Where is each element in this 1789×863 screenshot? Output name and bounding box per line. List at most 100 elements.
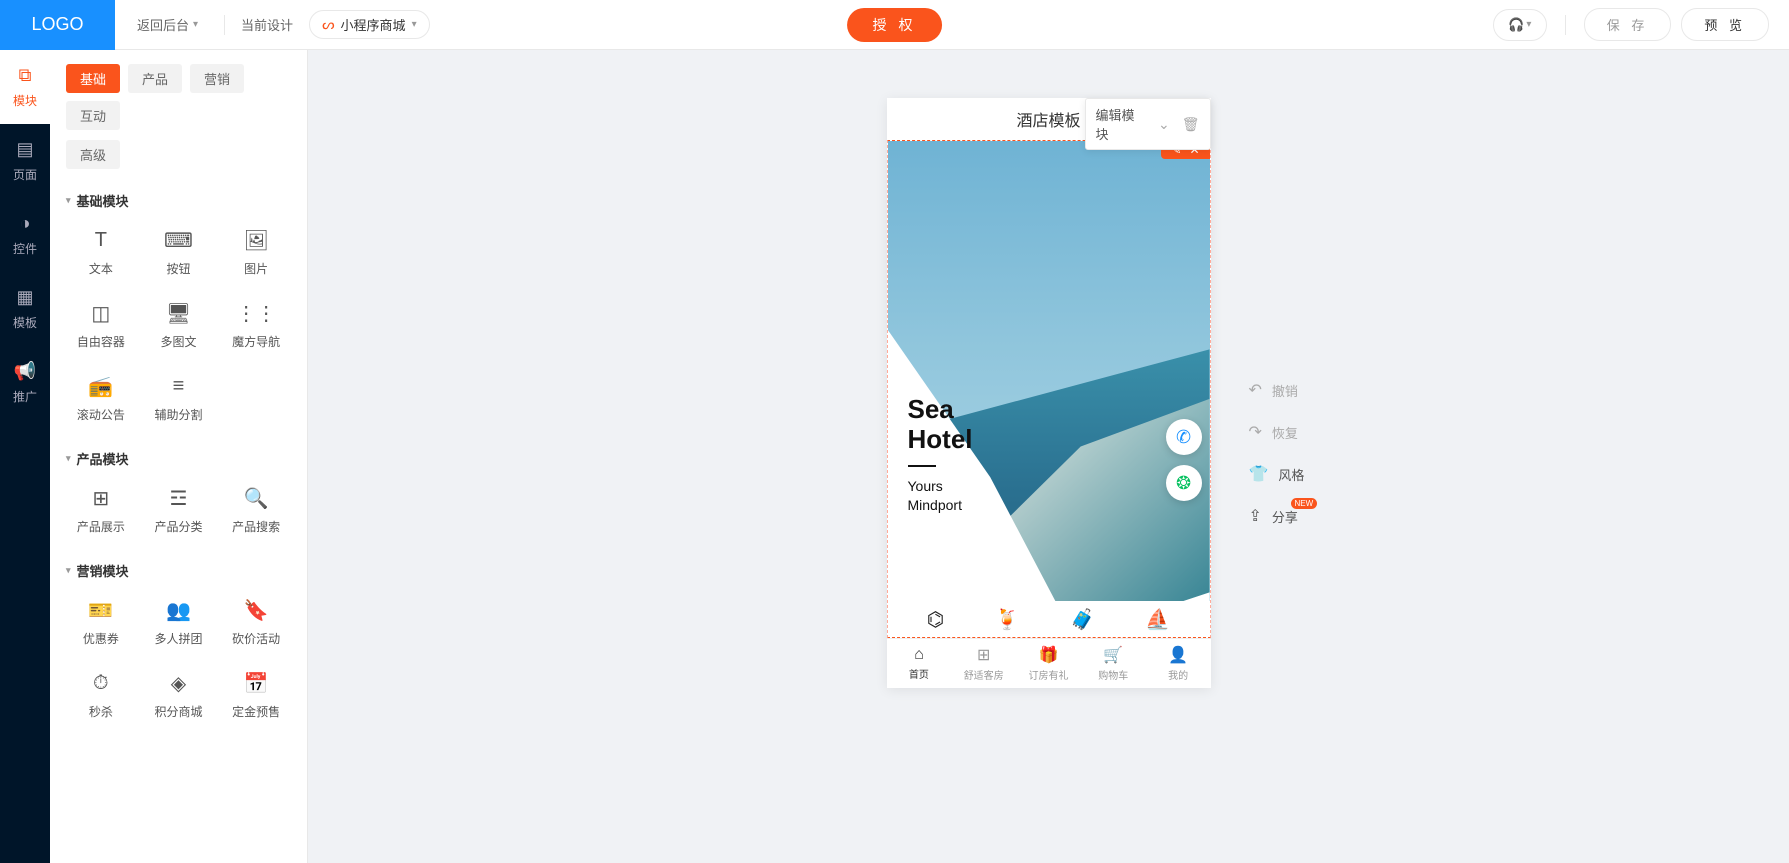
current-design-label: 当前设计 xyxy=(241,15,293,34)
comp-flashsale[interactable]: ⏱秒杀 xyxy=(66,667,136,724)
calendar-icon: 📅 xyxy=(244,671,268,695)
text-icon: T xyxy=(89,228,113,252)
comp-label: 按钮 xyxy=(166,260,190,277)
comp-coupon[interactable]: 🎫优惠券 xyxy=(66,594,136,651)
comp-divider[interactable]: ≡辅助分割 xyxy=(144,370,214,427)
section-label: 基础模块 xyxy=(77,191,129,210)
shirt-icon: 👕 xyxy=(1249,464,1269,484)
phone-body[interactable]: ✎ ✕ SeaHotel YoursMindport ✆ ❂ xyxy=(887,140,1211,638)
redo-button[interactable]: ↷恢复 xyxy=(1249,422,1305,442)
comp-image[interactable]: 🖼图片 xyxy=(221,224,291,281)
triangle-down-icon: ▾ xyxy=(66,453,71,464)
comp-points[interactable]: ◈积分商城 xyxy=(144,667,214,724)
tab-gift[interactable]: 🎁订房有礼 xyxy=(1016,639,1081,688)
radio-icon: 📻 xyxy=(89,374,113,398)
leftnav-modules[interactable]: ⧉ 模块 xyxy=(0,50,50,124)
rtool-label: 风格 xyxy=(1278,465,1304,484)
leftnav-label: 模块 xyxy=(13,92,37,109)
chevron-down-icon: ▾ xyxy=(193,19,198,30)
save-button[interactable]: 保 存 xyxy=(1584,8,1672,41)
category-icon: ☲ xyxy=(166,486,190,510)
rtool-label: 分享 xyxy=(1272,507,1298,526)
section-marketing-title[interactable]: ▾ 营销模块 xyxy=(66,561,291,580)
call-button[interactable]: ✆ xyxy=(1166,419,1202,455)
back-link[interactable]: 返回后台 ▾ xyxy=(127,9,208,40)
gift-icon: 🎁 xyxy=(1039,645,1059,665)
canvas[interactable]: 酒店模板 编辑模块 ⌄ 🗑 ✎ ✕ SeaHotel Yo xyxy=(308,50,1789,863)
leftnav-label: 推广 xyxy=(13,388,37,405)
leftnav-templates[interactable]: ▦ 模板 xyxy=(0,272,50,346)
divider xyxy=(224,15,225,35)
topbar-left: 返回后台 ▾ 当前设计 ᔕ 小程序商城 ▾ xyxy=(115,9,430,40)
collapse-icon[interactable]: ⌄ xyxy=(1158,116,1170,133)
comp-text[interactable]: T文本 xyxy=(66,224,136,281)
tab-home[interactable]: ⌂ 首页 xyxy=(887,639,952,688)
support-button[interactable]: 🎧 ▾ xyxy=(1493,9,1547,41)
comp-label: 图片 xyxy=(244,260,268,277)
comp-groupbuy[interactable]: 👥多人拼团 xyxy=(144,594,214,651)
diamond-icon: ◈ xyxy=(166,671,190,695)
search-icon: 🔍 xyxy=(244,486,268,510)
sail-icon: ⛵ xyxy=(1145,607,1170,632)
leftnav-label: 页面 xyxy=(13,166,37,183)
tab-label: 首页 xyxy=(909,666,929,681)
new-badge: NEW xyxy=(1291,498,1318,509)
share-button[interactable]: ⇪ 分享 NEW xyxy=(1249,506,1305,526)
authorize-button[interactable]: 授 权 xyxy=(847,8,943,42)
comp-product-display[interactable]: ⊞产品展示 xyxy=(66,482,136,539)
tab-basic[interactable]: 基础 xyxy=(66,64,120,93)
tab-advanced[interactable]: 高级 xyxy=(66,140,120,169)
comp-label: 魔方导航 xyxy=(232,333,280,350)
comp-container[interactable]: ◫自由容器 xyxy=(66,297,136,354)
right-tools: ↶ 撤销 ↷恢复 👕 风格 ⇪ 分享 NEW xyxy=(1249,380,1305,526)
tab-me[interactable]: 👤我的 xyxy=(1146,639,1211,688)
phone-header: 酒店模板 编辑模块 ⌄ 🗑 xyxy=(887,98,1211,140)
tab-rooms[interactable]: ⊞舒适客房 xyxy=(951,639,1016,688)
button-icon: ⌨ xyxy=(166,228,190,252)
basic-grid: T文本 ⌨ 按钮 🖼图片 ◫自由容器 🖥多图文 ⋮⋮魔方导航 📻滚动公告 ≡辅助分… xyxy=(66,224,291,427)
page-title: 酒店模板 xyxy=(1016,107,1080,131)
tab-label: 舒适客房 xyxy=(964,667,1004,682)
comp-multiimage[interactable]: 🖥多图文 xyxy=(144,297,214,354)
leftnav-pages[interactable]: ▤ 页面 xyxy=(0,124,50,198)
wechat-icon: ❂ xyxy=(1176,473,1191,494)
comp-product-search[interactable]: 🔍 产品搜索 xyxy=(221,482,291,539)
comp-product-category[interactable]: ☲产品分类 xyxy=(144,482,214,539)
comp-label: 多人拼团 xyxy=(154,630,202,647)
tab-product[interactable]: 产品 xyxy=(128,64,182,93)
hero-image: SeaHotel YoursMindport ✆ ❂ ⌬ 🍹 🧳 ⛵ xyxy=(888,141,1210,637)
section-basic-title[interactable]: ▾ 基础模块 xyxy=(66,191,291,210)
phone-tabbar: ⌂ 首页 ⊞舒适客房 🎁订房有礼 🛒购物车 👤我的 xyxy=(887,638,1211,688)
preview-button[interactable]: 预 览 xyxy=(1681,8,1769,41)
undo-icon: ↶ xyxy=(1249,380,1262,400)
undo-button[interactable]: ↶ 撤销 xyxy=(1249,380,1305,400)
comp-presale[interactable]: 📅定金预售 xyxy=(221,667,291,724)
triangle-down-icon: ▾ xyxy=(66,195,71,206)
delete-icon[interactable]: 🗑 xyxy=(1182,116,1200,133)
tab-cart[interactable]: 🛒购物车 xyxy=(1081,639,1146,688)
wechat-button[interactable]: ❂ xyxy=(1166,465,1202,501)
float-buttons: ✆ ❂ xyxy=(1166,419,1202,501)
rtool-label: 撤销 xyxy=(1272,381,1298,400)
design-selector[interactable]: ᔕ 小程序商城 ▾ xyxy=(309,10,430,39)
comp-label: 辅助分割 xyxy=(154,406,202,423)
home-icon: ⌂ xyxy=(914,646,924,664)
comp-magic-nav[interactable]: ⋮⋮魔方导航 xyxy=(221,297,291,354)
phone-preview: 酒店模板 编辑模块 ⌄ 🗑 ✎ ✕ SeaHotel Yo xyxy=(887,98,1211,688)
tab-marketing[interactable]: 营销 xyxy=(190,64,244,93)
style-button[interactable]: 👕 风格 xyxy=(1249,464,1305,484)
hero-text: SeaHotel YoursMindport xyxy=(908,395,973,515)
leftnav-promo[interactable]: 📢 推广 xyxy=(0,346,50,420)
comp-notice[interactable]: 📻滚动公告 xyxy=(66,370,136,427)
section-product-title[interactable]: ▾ 产品模块 xyxy=(66,449,291,468)
tab-interact[interactable]: 互动 xyxy=(66,101,120,130)
comp-label: 产品搜索 xyxy=(232,518,280,535)
leftnav-controls[interactable]: ◑ 控件 xyxy=(0,198,50,272)
comp-button[interactable]: ⌨ 按钮 xyxy=(144,224,214,281)
comp-bargain[interactable]: 🔖砍价活动 xyxy=(221,594,291,651)
component-panel: 基础 产品 营销 互动 高级 ▾ 基础模块 T文本 ⌨ 按钮 🖼图片 ◫自由容器 … xyxy=(50,50,308,863)
container-icon: ◫ xyxy=(89,301,113,325)
ticket-icon: 🎫 xyxy=(89,598,113,622)
section-label: 营销模块 xyxy=(77,561,129,580)
category-tabs: 基础 产品 营销 互动 xyxy=(66,64,291,130)
